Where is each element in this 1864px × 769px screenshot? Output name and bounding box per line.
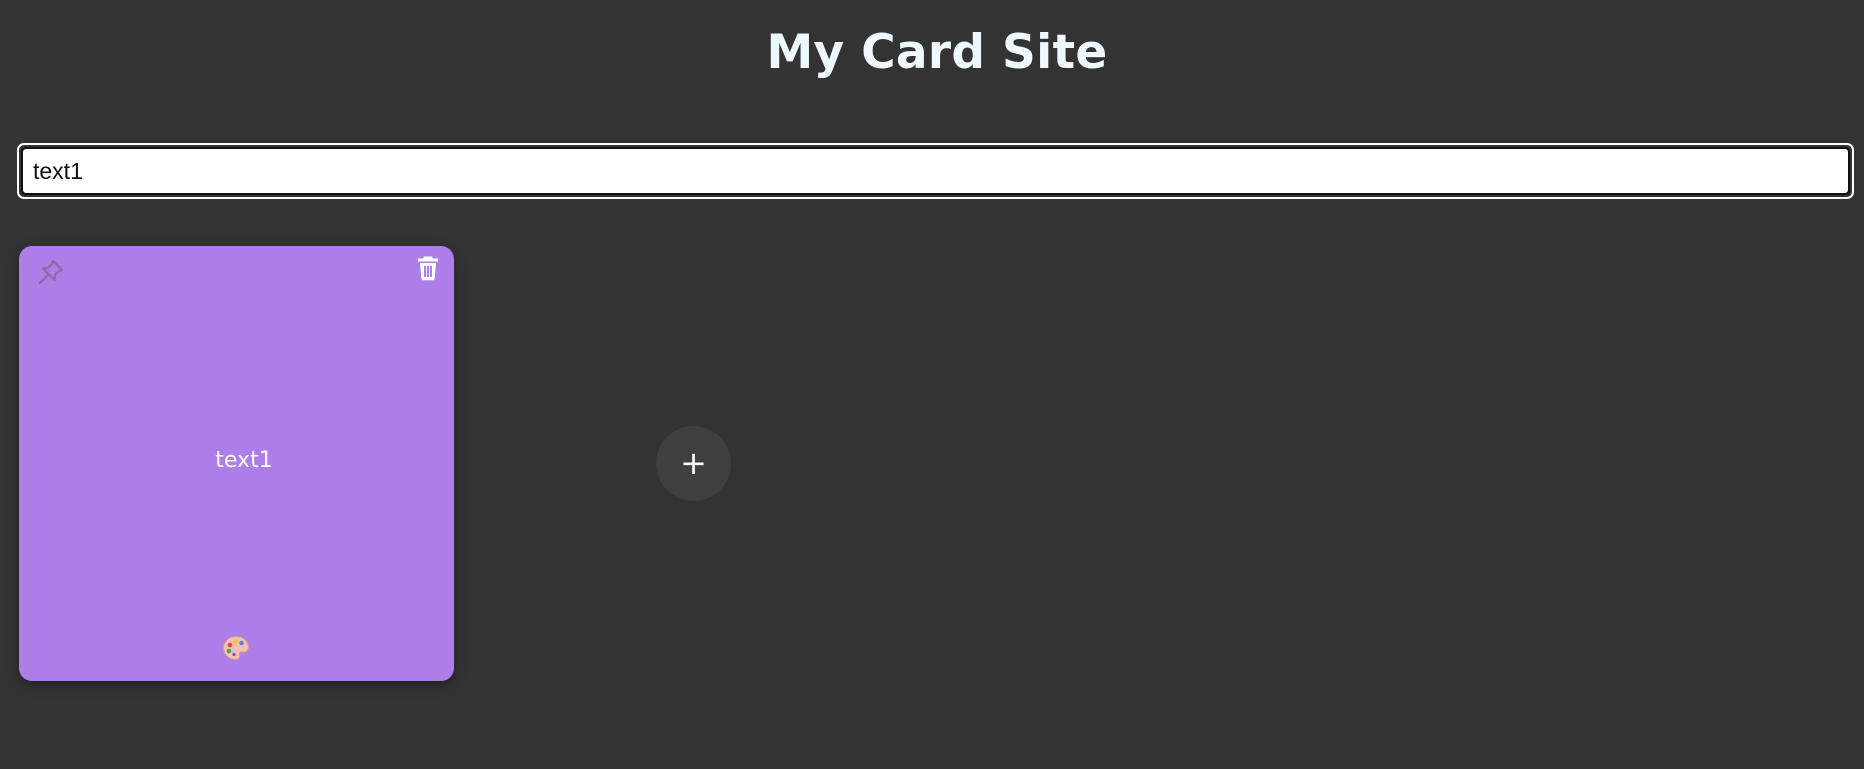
palette-icon[interactable]	[222, 635, 250, 661]
card-text: text1	[215, 448, 273, 473]
card: text1	[19, 246, 454, 681]
trash-icon[interactable]	[416, 255, 440, 281]
add-card-button[interactable]: +	[656, 426, 731, 501]
pin-icon[interactable]	[36, 257, 66, 287]
search-input[interactable]	[21, 147, 1850, 195]
page: My Card Site text1 text1 +	[0, 0, 1864, 769]
search-field-wrapper	[17, 143, 1854, 199]
page-title: My Card Site	[766, 25, 1108, 80]
